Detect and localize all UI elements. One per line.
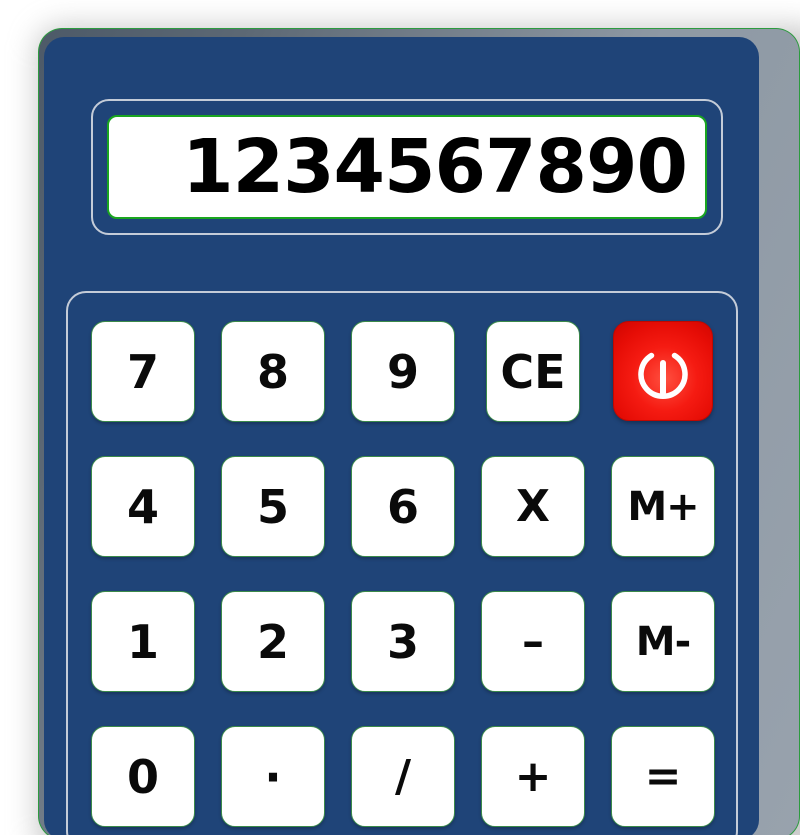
power-icon xyxy=(631,339,695,403)
key-add-label: + xyxy=(514,751,552,802)
keypad-grid: 7 8 9 CE 4 5 6 X M+ 1 2 3 – M- 0 · / + = xyxy=(91,321,715,827)
key-power[interactable] xyxy=(613,321,713,421)
key-6-label: 6 xyxy=(386,479,419,534)
display-frame: 1234567890 xyxy=(91,99,723,235)
key-divide[interactable]: / xyxy=(351,726,455,827)
key-memory-add-label: M+ xyxy=(627,483,699,530)
key-3-label: 3 xyxy=(386,614,419,669)
key-4-label: 4 xyxy=(126,479,159,534)
key-8[interactable]: 8 xyxy=(221,321,325,422)
key-5[interactable]: 5 xyxy=(221,456,325,557)
key-1-label: 1 xyxy=(126,614,159,669)
key-divide-label: / xyxy=(394,751,412,802)
keypad-frame: 7 8 9 CE 4 5 6 X M+ 1 2 3 – M- 0 · / + = xyxy=(66,291,738,835)
key-9[interactable]: 9 xyxy=(351,321,455,422)
calculator-app: 1234567890 7 8 9 CE 4 5 6 X M+ 1 2 3 – M- 0 · / + = xyxy=(0,0,800,835)
key-multiply-label: X xyxy=(516,481,550,532)
key-equals-label: = xyxy=(644,751,682,802)
key-memory-add[interactable]: M+ xyxy=(611,456,715,557)
key-decimal-point[interactable]: · xyxy=(221,726,325,827)
key-memory-subtract[interactable]: M- xyxy=(611,591,715,692)
key-4[interactable]: 4 xyxy=(91,456,195,557)
key-9-label: 9 xyxy=(386,344,419,399)
key-0[interactable]: 0 xyxy=(91,726,195,827)
key-7[interactable]: 7 xyxy=(91,321,195,422)
key-add[interactable]: + xyxy=(481,726,585,827)
key-subtract[interactable]: – xyxy=(481,591,585,692)
key-8-label: 8 xyxy=(256,344,289,399)
calculator-body: 1234567890 7 8 9 CE 4 5 6 X M+ 1 2 3 – M- 0 · / + = xyxy=(44,37,759,835)
key-2-label: 2 xyxy=(256,614,289,669)
key-7-label: 7 xyxy=(126,344,159,399)
key-decimal-point-label: · xyxy=(264,749,282,804)
key-0-label: 0 xyxy=(126,749,159,804)
key-clear-entry[interactable]: CE xyxy=(486,321,580,422)
key-1[interactable]: 1 xyxy=(91,591,195,692)
key-6[interactable]: 6 xyxy=(351,456,455,557)
key-subtract-label: – xyxy=(522,616,544,667)
key-memory-subtract-label: M- xyxy=(635,618,691,665)
key-clear-entry-label: CE xyxy=(500,344,566,399)
display-value: 1234567890 xyxy=(182,124,688,210)
key-3[interactable]: 3 xyxy=(351,591,455,692)
display-screen[interactable]: 1234567890 xyxy=(107,115,707,219)
key-5-label: 5 xyxy=(256,479,289,534)
key-multiply[interactable]: X xyxy=(481,456,585,557)
key-equals[interactable]: = xyxy=(611,726,715,827)
key-2[interactable]: 2 xyxy=(221,591,325,692)
